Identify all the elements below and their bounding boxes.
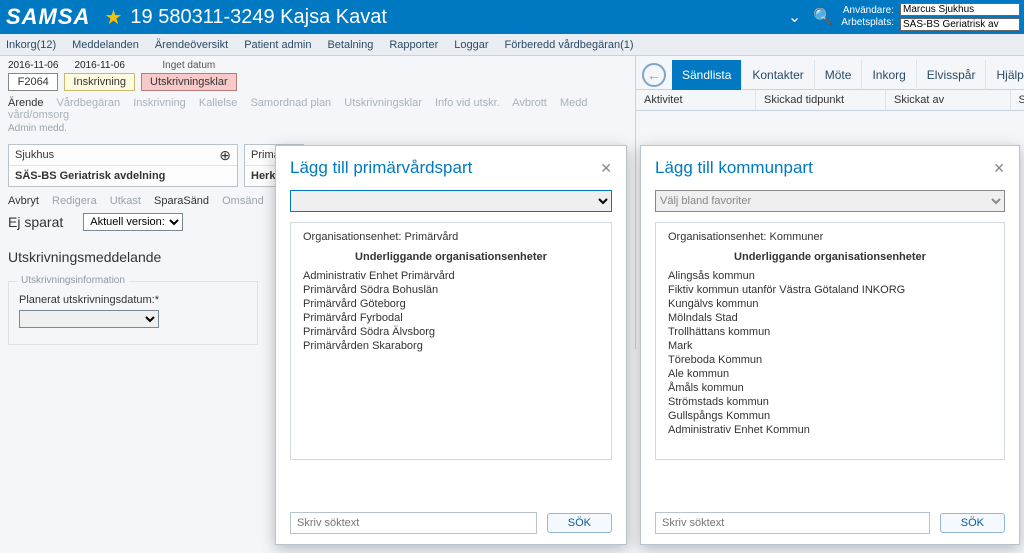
org-unit-label: Organisationsenhet: Primärvård (303, 231, 599, 243)
col-skickat-av[interactable]: Skickat av (886, 90, 1011, 110)
plus-icon[interactable]: ⊕ (219, 149, 231, 161)
action-avbryt[interactable]: Avbryt (8, 195, 39, 207)
nav-item[interactable]: Betalning (327, 39, 373, 51)
timeline: 2016-11-06 F2064 2016-11-06 Inskrivning … (8, 60, 627, 91)
list-item[interactable]: Strömstads kommun (668, 395, 992, 409)
main-nav: Inkorg(12) Meddelanden Ärendeöversikt Pa… (0, 34, 1024, 56)
kommun-org-list[interactable]: Organisationsenhet: Kommuner Underliggan… (655, 222, 1005, 460)
star-icon[interactable]: ★ (104, 5, 122, 30)
top-bar: SAMSA ★ 19 580311-3249 Kajsa Kavat ⌄ 🔍 A… (0, 0, 1024, 34)
utskrivningsinfo-fieldset: Utskrivningsinformation Planerat utskriv… (8, 281, 258, 345)
process-tab[interactable]: Avbrott (512, 97, 547, 109)
list-item[interactable]: Ale kommun (668, 367, 992, 381)
list-item[interactable]: Töreboda Kommun (668, 353, 992, 367)
modal-title: Lägg till primärvårdspart (290, 158, 472, 178)
process-tab[interactable]: Ärende (8, 97, 43, 109)
action-utkast: Utkast (110, 195, 141, 207)
action-redigera: Redigera (52, 195, 97, 207)
nav-item[interactable]: Patient admin (244, 39, 311, 51)
list-item[interactable]: Primärvård Södra Älvsborg (303, 325, 599, 339)
list-item[interactable]: Gullspångs Kommun (668, 409, 992, 423)
primary-search-input[interactable] (290, 512, 537, 534)
close-icon[interactable]: ✕ (993, 160, 1005, 177)
right-tab-hjalp[interactable]: Hjälp (986, 60, 1024, 90)
list-item[interactable]: Primärvård Göteborg (303, 297, 599, 311)
modal-add-kommunpart: Lägg till kommunpart ✕ Välj bland favori… (640, 145, 1020, 545)
right-tab-elvisspar[interactable]: Elvisspår (917, 60, 987, 90)
search-icon[interactable]: 🔍 (813, 7, 833, 27)
party-value: SÄS-BS Geriatrisk avdelning (9, 166, 237, 186)
process-tab[interactable]: Vårdbegäran (57, 97, 121, 109)
primary-org-list[interactable]: Organisationsenhet: Primärvård Underligg… (290, 222, 612, 460)
org-unit-label: Organisationsenhet: Kommuner (668, 231, 992, 243)
fieldset-legend: Utskrivningsinformation (17, 275, 129, 286)
org-subhead: Underliggande organisationsenheter (303, 251, 599, 263)
right-nav: ← Sändlista Kontakter Möte Inkorg Elviss… (636, 60, 1024, 90)
list-item[interactable]: Administrativ Enhet Kommun (668, 423, 992, 437)
version-select[interactable]: Aktuell version: 0 (83, 213, 183, 231)
close-icon[interactable]: ✕ (600, 160, 612, 177)
right-table-head: Aktivitet Skickad tidpunkt Skickat av S (636, 90, 1024, 111)
list-item[interactable]: Primärvård Fyrbodal (303, 311, 599, 325)
right-tab-kontakter[interactable]: Kontakter (742, 60, 814, 90)
right-tab-inkorg[interactable]: Inkorg (862, 60, 916, 90)
nav-item[interactable]: Ärendeöversikt (155, 39, 228, 51)
primary-search-button[interactable]: SÖK (547, 513, 612, 533)
modal-add-primarvardspart: Lägg till primärvårdspart ✕ Organisation… (275, 145, 627, 545)
timeline-date: 2016-11-06 (8, 60, 58, 71)
list-item[interactable]: Primärvård Södra Bohuslän (303, 283, 599, 297)
nav-item[interactable]: Förberedd vårdbegäran(1) (505, 39, 634, 51)
timeline-date: 2016-11-06 (64, 60, 135, 71)
right-tab-mote[interactable]: Möte (815, 60, 863, 90)
list-item[interactable]: Administrativ Enhet Primärvård (303, 269, 599, 283)
timeline-date: Inget datum (141, 60, 237, 71)
party-label: Sjukhus (15, 149, 54, 161)
list-item[interactable]: Kungälvs kommun (668, 297, 992, 311)
list-item[interactable]: Mark (668, 339, 992, 353)
user-field[interactable] (900, 3, 1020, 16)
planned-date-label: Planerat utskrivningsdatum:* (19, 294, 247, 306)
planned-date-input[interactable] (19, 310, 159, 328)
col-s[interactable]: S (1011, 90, 1024, 110)
action-sparasand[interactable]: SparaSänd (154, 195, 209, 207)
col-aktivitet[interactable]: Aktivitet (636, 90, 756, 110)
process-tab[interactable]: Info vid utskr. (435, 97, 500, 109)
nav-item[interactable]: Rapporter (389, 39, 438, 51)
process-tabs: Ärende Vårdbegäran Inskrivning Kallelse … (8, 97, 627, 121)
timeline-box-utskrivningsklar[interactable]: Utskrivningsklar (141, 73, 237, 91)
modal-title: Lägg till kommunpart (655, 158, 813, 178)
process-tab[interactable]: Utskrivningsklar (344, 97, 422, 109)
nav-item[interactable]: Loggar (454, 39, 488, 51)
nav-item[interactable]: Meddelanden (72, 39, 139, 51)
action-omsand: Omsänd (222, 195, 264, 207)
org-subhead: Underliggande organisationsenheter (668, 251, 992, 263)
kommun-search-input[interactable] (655, 512, 930, 534)
chevron-down-icon[interactable]: ⌄ (788, 7, 801, 27)
workplace-field[interactable] (900, 18, 1020, 31)
list-item[interactable]: Alingsås kommun (668, 269, 992, 283)
primary-favorites-select[interactable] (290, 190, 612, 212)
party-card-sjukhus: Sjukhus ⊕ SÄS-BS Geriatrisk avdelning (8, 144, 238, 187)
list-item[interactable]: Fiktiv kommun utanför Västra Götaland IN… (668, 283, 992, 297)
list-item[interactable]: Mölndals Stad (668, 311, 992, 325)
process-tab[interactable]: Samordnad plan (250, 97, 331, 109)
list-item[interactable]: Primärvården Skaraborg (303, 339, 599, 353)
kommun-favorites-select[interactable]: Välj bland favoriter (655, 190, 1005, 212)
nav-item[interactable]: Inkorg(12) (6, 39, 56, 51)
patient-id: 19 580311-3249 Kajsa Kavat (130, 6, 387, 29)
process-tab[interactable]: Inskrivning (133, 97, 186, 109)
admin-medd-label: Admin medd. (8, 123, 627, 134)
back-icon[interactable]: ← (642, 63, 666, 87)
list-item[interactable]: Trollhättans kommun (668, 325, 992, 339)
save-status: Ej sparat (8, 214, 63, 230)
list-item[interactable]: Åmåls kommun (668, 381, 992, 395)
right-tab-sandlista[interactable]: Sändlista (672, 60, 742, 90)
process-tab[interactable]: Kallelse (199, 97, 238, 109)
timeline-box-inskrivning[interactable]: Inskrivning (64, 73, 135, 91)
app-logo: SAMSA (6, 4, 90, 30)
col-skickad-tidpunkt[interactable]: Skickad tidpunkt (756, 90, 886, 110)
user-labels: Användare: Arbetsplats: (841, 5, 894, 29)
timeline-box-case[interactable]: F2064 (8, 73, 58, 91)
kommun-search-button[interactable]: SÖK (940, 513, 1005, 533)
